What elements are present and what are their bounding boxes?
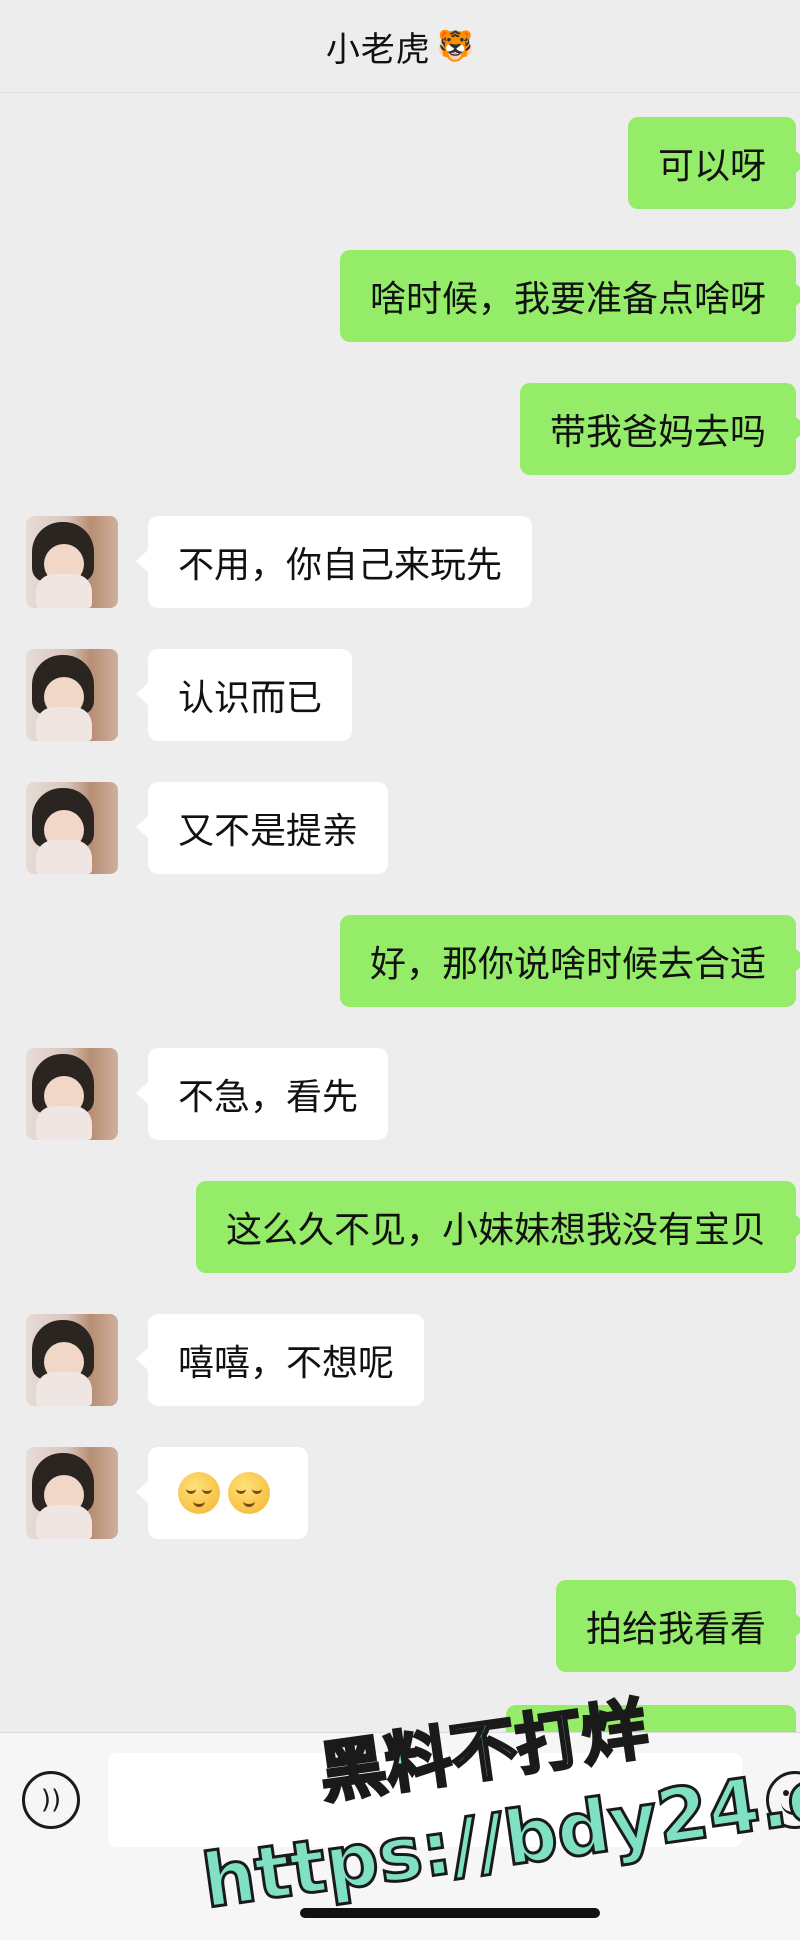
message-bubble[interactable]: 啥时候，我要准备点啥呀 (339, 250, 800, 342)
message-received[interactable]: 又不是提亲 (26, 782, 389, 874)
contact-name[interactable]: 小老虎 (326, 22, 431, 71)
message-bubble[interactable]: 带我爸妈去吗 (519, 383, 800, 475)
emoji-message-bubble[interactable] (136, 1447, 308, 1539)
contact-avatar[interactable] (26, 1447, 118, 1539)
message-bubble[interactable]: 嘻嘻，不想呢 (135, 1314, 425, 1406)
message-bubble[interactable]: 认识而已 (135, 649, 353, 741)
message-received[interactable]: 不用，你自己来玩先 (26, 516, 533, 608)
contact-avatar[interactable] (26, 1048, 118, 1140)
message-received[interactable] (26, 1447, 308, 1539)
message-bubble[interactable]: 拍给我看看 (555, 1580, 800, 1672)
message-bubble[interactable]: 好，那你说啥时候去合适 (339, 915, 800, 1007)
message-sent[interactable]: 拍给我看看 (555, 1580, 800, 1672)
message-received[interactable]: 认识而已 (26, 649, 353, 741)
message-received[interactable]: 嘻嘻，不想呢 (26, 1314, 425, 1406)
contact-avatar[interactable] (26, 1314, 118, 1406)
message-bubble[interactable]: 又不是提亲 (135, 782, 389, 874)
message-sent[interactable]: 好，那你说啥时候去合适 (339, 915, 800, 1007)
home-indicator (300, 1908, 600, 1918)
chat-header: 小老虎 🐯 (0, 0, 800, 93)
tiger-icon: 🐯 (436, 28, 475, 64)
message-received[interactable]: 不急，看先 (26, 1048, 389, 1140)
message-list[interactable]: 可以呀 啥时候，我要准备点啥呀 带我爸妈去吗 不用，你自己来玩先 认识而已 又不… (0, 92, 800, 1732)
contact-avatar[interactable] (26, 516, 118, 608)
message-sent[interactable]: 啥时候，我要准备点啥呀 (339, 250, 800, 342)
relieved-face-icon (178, 1472, 220, 1514)
message-bubble[interactable]: 可以呀 (627, 117, 800, 209)
message-sent[interactable]: 带我爸妈去吗 (519, 383, 800, 475)
relieved-face-icon (228, 1472, 270, 1514)
contact-avatar[interactable] (26, 649, 118, 741)
voice-icon[interactable]: )) (22, 1771, 80, 1829)
message-bubble[interactable]: 这么久不见，小妹妹想我没有宝贝 (195, 1181, 800, 1273)
message-bubble[interactable]: 不急，看先 (135, 1048, 389, 1140)
message-sent[interactable]: 可以呀 (627, 117, 800, 209)
contact-avatar[interactable] (26, 782, 118, 874)
message-sent[interactable]: 这么久不见，小妹妹想我没有宝贝 (195, 1181, 800, 1273)
message-bubble[interactable]: 不用，你自己来玩先 (135, 516, 533, 608)
